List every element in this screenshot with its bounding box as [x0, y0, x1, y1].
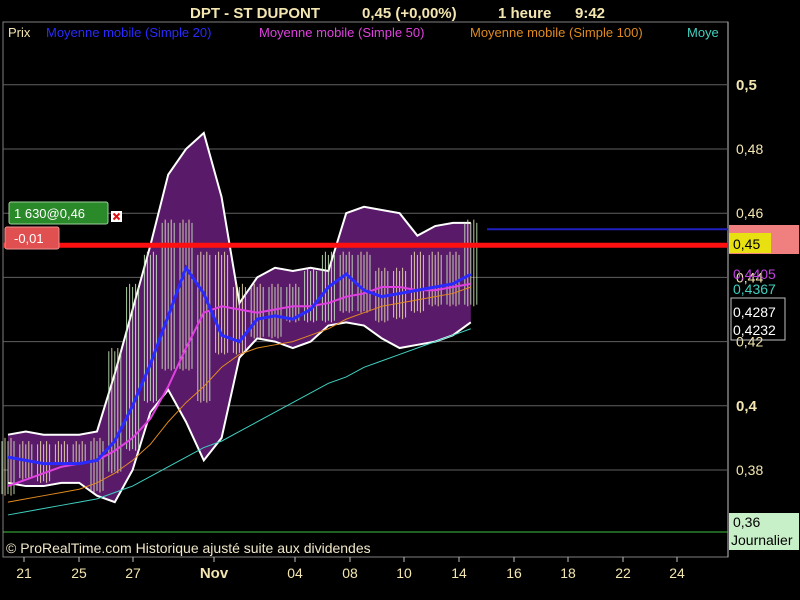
- legend: Prix Moyenne mobile (Simple 20) Moyenne …: [8, 25, 719, 40]
- x-tick-label: 08: [342, 565, 358, 581]
- x-tick-label: 04: [287, 565, 303, 581]
- trade-tag[interactable]: 1 630@0,46 -0,01: [4, 201, 122, 250]
- x-tick-label: 25: [71, 565, 87, 581]
- period-label: Journalier: [731, 532, 793, 548]
- y-tick-label: 0,48: [736, 141, 763, 157]
- x-tick-label: 14: [451, 565, 467, 581]
- sma100-price-label: 0,4287: [733, 304, 776, 320]
- price-chart: DPT - ST DUPONT 0,45 (+0,00%) 1 heure 9:…: [1, 5, 799, 582]
- chart-stage: DPT - ST DUPONT 0,45 (+0,00%) 1 heure 9:…: [0, 0, 800, 600]
- sma20-price-label: 0,4405: [733, 266, 776, 282]
- sma200-price-label: 0,4367: [733, 281, 776, 297]
- y-tick-label: 0,46: [736, 205, 763, 221]
- x-tick-label: 10: [396, 565, 412, 581]
- x-tick-label: 24: [669, 565, 685, 581]
- x-tick-label: 16: [506, 565, 522, 581]
- chart-title: DPT - ST DUPONT: [190, 5, 320, 22]
- x-tick-label: 22: [615, 565, 631, 581]
- pnl-tag-label: -0,01: [14, 231, 44, 246]
- trade-tag-label: 1 630@0,46: [14, 206, 85, 221]
- x-tick-label: 18: [560, 565, 576, 581]
- time-label: 9:42: [575, 5, 605, 22]
- x-tick-label: Nov: [200, 565, 229, 582]
- y-tick-label: 0,5: [736, 77, 757, 94]
- period-price: 0,36: [733, 514, 760, 530]
- legend-item-sma100[interactable]: Moyenne mobile (Simple 100): [470, 25, 643, 40]
- x-tick-label: 27: [125, 565, 141, 581]
- ma-lower-price-label: 0,4232: [733, 322, 776, 338]
- y-tick-label: 0,4: [736, 398, 758, 415]
- y-tick-label: 0,38: [736, 462, 763, 478]
- quote-value: 0,45 (+0,00%): [362, 5, 457, 22]
- x-tick-label: 21: [16, 565, 32, 581]
- last-price-label: 0,45: [733, 236, 760, 252]
- legend-item-price[interactable]: Prix: [8, 25, 31, 40]
- price-labels: 0,45 0,4405 0,4367 0,4287 0,4232: [729, 225, 799, 341]
- legend-item-sma200[interactable]: Moye: [687, 25, 719, 40]
- credit-text: © ProRealTime.com Historique ajusté suit…: [6, 540, 371, 556]
- legend-item-sma20[interactable]: Moyenne mobile (Simple 20): [46, 25, 211, 40]
- legend-item-sma50[interactable]: Moyenne mobile (Simple 50): [259, 25, 424, 40]
- time-axis: 21 25 27 Nov 04 08 10 14 16 18 22 24: [16, 557, 685, 582]
- interval-label: 1 heure: [498, 5, 551, 22]
